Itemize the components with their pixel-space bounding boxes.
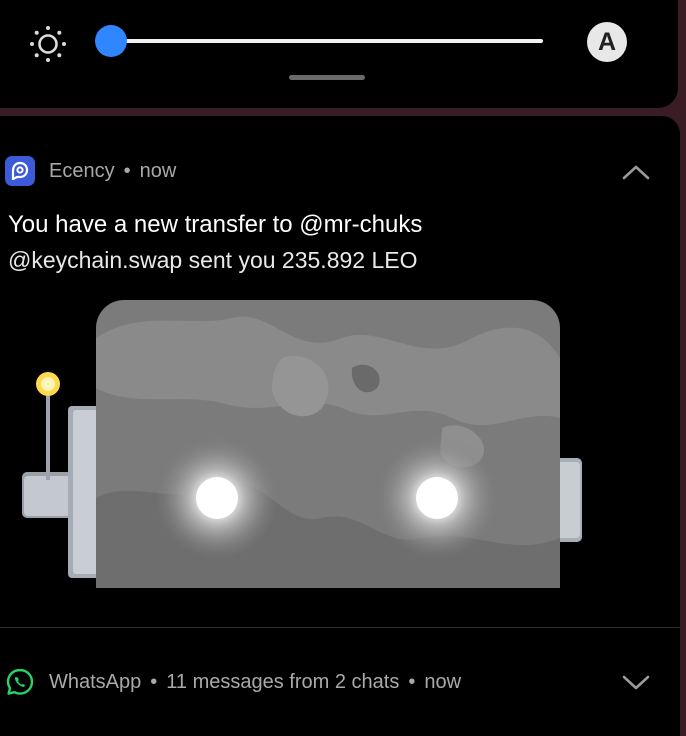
auto-brightness-button[interactable]: A: [587, 22, 627, 62]
quick-settings-panel: A: [0, 0, 678, 108]
timestamp: now: [139, 159, 177, 182]
panel-drag-handle[interactable]: [289, 75, 365, 80]
ecency-notification-header[interactable]: Ecency • now: [0, 154, 176, 188]
brightness-slider-track[interactable]: [112, 39, 543, 43]
notification-body: @keychain.swap sent you 235.892 LEO: [8, 247, 418, 273]
timestamp: now: [424, 670, 462, 693]
notification-divider: [0, 627, 680, 628]
collapse-chevron-up-icon[interactable]: [620, 162, 652, 182]
app-name: WhatsApp: [49, 670, 142, 693]
notification-title: You have a new transfer to @mr-chuks: [8, 211, 423, 238]
brightness-sun-icon: [30, 26, 66, 62]
separator-dot: •: [408, 670, 416, 693]
ecency-app-meta: Ecency • now: [49, 160, 176, 183]
whatsapp-notification-header[interactable]: WhatsApp • 11 messages from 2 chats • now: [0, 665, 461, 699]
brightness-slider-thumb[interactable]: [95, 25, 127, 57]
separator-dot: •: [123, 159, 131, 182]
notification-card: Ecency • now You have a new transfer to @m…: [0, 116, 680, 736]
expand-chevron-down-icon[interactable]: [620, 673, 652, 693]
whatsapp-app-meta: WhatsApp • 11 messages from 2 chats • now: [49, 671, 461, 694]
notification-image-robot: [22, 300, 582, 588]
message-summary: 11 messages from 2 chats: [166, 670, 400, 693]
app-name: Ecency: [49, 159, 115, 182]
ecency-app-icon: [5, 156, 35, 186]
separator-dot: •: [150, 670, 158, 693]
whatsapp-app-icon: [5, 667, 35, 697]
